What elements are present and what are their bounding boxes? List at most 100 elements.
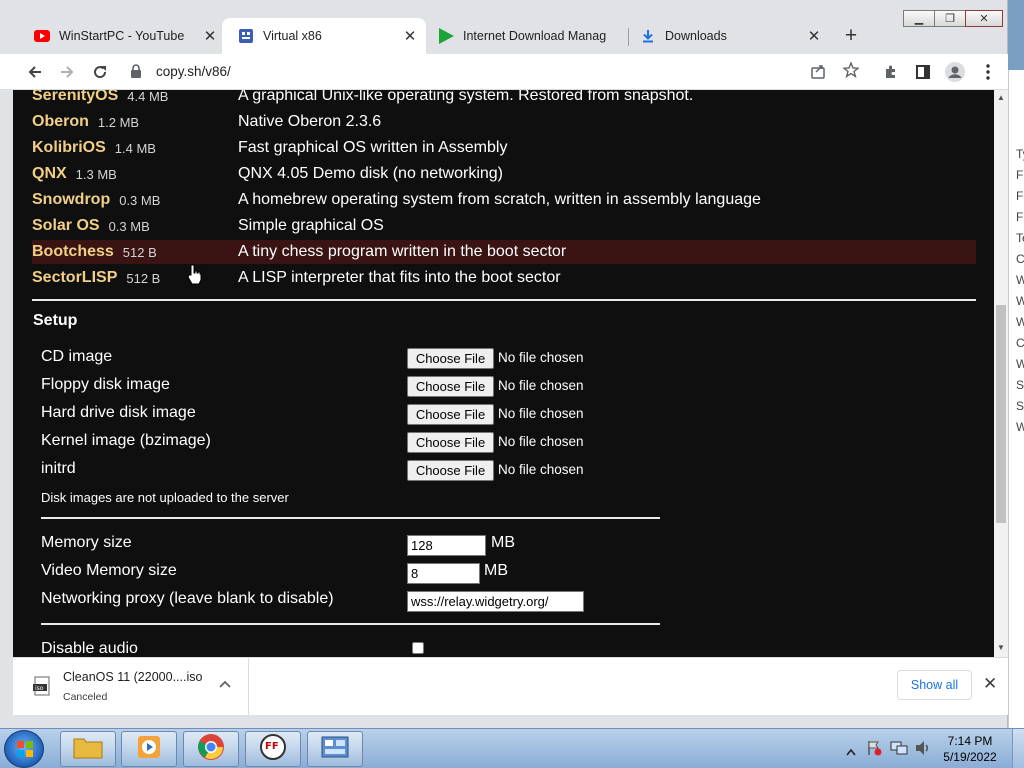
setup-heading: Setup bbox=[33, 312, 78, 329]
bg-line: W bbox=[1009, 312, 1024, 333]
floppy-image-status: No file chosen bbox=[498, 378, 584, 393]
share-icon[interactable] bbox=[810, 63, 826, 84]
format-factory-taskbar-button[interactable]: FF bbox=[245, 731, 301, 767]
memory-size-input[interactable]: 128 bbox=[407, 535, 486, 556]
os-link[interactable]: Oberon bbox=[32, 113, 89, 131]
control-panel-taskbar-button[interactable] bbox=[307, 731, 363, 767]
chevron-up-icon[interactable] bbox=[219, 677, 231, 691]
media-player-taskbar-button[interactable] bbox=[121, 731, 177, 767]
explorer-taskbar-button[interactable] bbox=[60, 731, 116, 767]
network-icon[interactable] bbox=[890, 740, 908, 761]
setup-divider bbox=[41, 623, 660, 625]
initrd-label: initrd bbox=[41, 460, 76, 477]
initrd-choose-file-button[interactable]: Choose File bbox=[407, 460, 494, 481]
star-icon[interactable] bbox=[842, 61, 860, 83]
bg-line: W bbox=[1009, 417, 1024, 438]
close-tab-icon[interactable]: ✕ bbox=[400, 27, 420, 45]
show-hidden-icons-icon[interactable] bbox=[846, 743, 856, 761]
cd-image-status: No file chosen bbox=[498, 350, 584, 365]
profile-avatar-icon[interactable] bbox=[944, 61, 966, 83]
close-tab-icon[interactable]: ✕ bbox=[200, 27, 220, 45]
clock-time: 7:14 PM bbox=[947, 734, 993, 748]
initrd-status: No file chosen bbox=[498, 462, 584, 477]
os-description: A homebrew operating system from scratch… bbox=[238, 191, 761, 208]
side-panel-icon[interactable] bbox=[912, 61, 934, 83]
video-memory-label: Video Memory size bbox=[41, 562, 177, 579]
download-item[interactable]: iso CleanOS 11 (22000....iso Canceled bbox=[13, 658, 249, 715]
forward-icon[interactable] bbox=[56, 61, 78, 83]
extensions-icon[interactable] bbox=[880, 61, 902, 83]
os-description: A tiny chess program written in the boot… bbox=[238, 243, 567, 260]
video-memory-input[interactable]: 8 bbox=[407, 563, 480, 584]
floppy-image-choose-file-button[interactable]: Choose File bbox=[407, 376, 494, 397]
os-link[interactable]: Solar OS bbox=[32, 217, 100, 235]
os-row-sectorlisp[interactable]: SectorLISP 512 B A LISP interpreter that… bbox=[32, 266, 976, 290]
tab-youtube[interactable]: WinStartPC - YouTube ✕ bbox=[18, 18, 226, 54]
close-shelf-icon[interactable]: ✕ bbox=[983, 674, 997, 694]
os-size: 512 B bbox=[126, 270, 161, 286]
os-link[interactable]: Bootchess bbox=[32, 243, 114, 261]
os-size: 1.4 MB bbox=[114, 140, 156, 156]
bg-line: W bbox=[1009, 291, 1024, 312]
os-row-oberon[interactable]: Oberon 1.2 MB Native Oberon 2.3.6 bbox=[32, 110, 976, 134]
lock-icon bbox=[130, 64, 142, 83]
hard-drive-choose-file-button[interactable]: Choose File bbox=[407, 404, 494, 425]
hard-drive-image-label: Hard drive disk image bbox=[41, 404, 196, 421]
action-center-flag-icon[interactable] bbox=[866, 740, 882, 761]
chrome-taskbar-button[interactable] bbox=[183, 731, 239, 767]
taskbar-clock[interactable]: 7:14 PM 5/19/2022 bbox=[930, 733, 1010, 765]
page-scrollbar[interactable]: ▲ ▼ bbox=[994, 90, 1008, 657]
os-size: 1.2 MB bbox=[97, 114, 140, 130]
scroll-up-icon[interactable]: ▲ bbox=[994, 91, 1008, 105]
address-bar[interactable]: copy.sh/v86/ bbox=[122, 58, 874, 86]
start-button[interactable] bbox=[4, 730, 44, 768]
disable-audio-checkbox[interactable] bbox=[412, 642, 424, 654]
os-description: QNX 4.05 Demo disk (no networking) bbox=[238, 165, 503, 182]
os-size: 0.3 MB bbox=[119, 192, 161, 208]
scroll-thumb[interactable] bbox=[996, 305, 1006, 523]
os-link[interactable]: Snowdrop bbox=[32, 191, 110, 209]
tab-internet-download-manager[interactable]: Internet Download Manag bbox=[422, 18, 628, 54]
os-row-bootchess[interactable]: Bootchess 512 B A tiny chess program wri… bbox=[32, 240, 976, 264]
os-link[interactable]: SectorLISP bbox=[32, 269, 117, 287]
os-size: 1.3 MB bbox=[75, 166, 117, 182]
reload-icon[interactable] bbox=[89, 61, 111, 83]
networking-proxy-input[interactable]: wss://relay.widgetry.org/ bbox=[407, 591, 584, 612]
bg-line: Te bbox=[1016, 231, 1024, 245]
disable-audio-label: Disable audio bbox=[41, 640, 138, 657]
os-row-snowdrop[interactable]: Snowdrop 0.3 MB A homebrew operating sys… bbox=[32, 188, 976, 212]
back-icon[interactable] bbox=[24, 61, 46, 83]
os-row-qnx[interactable]: QNX 1.3 MB QNX 4.05 Demo disk (no networ… bbox=[32, 162, 976, 186]
bg-line: Sh bbox=[1016, 378, 1024, 392]
hand-cursor-icon bbox=[187, 264, 203, 291]
cd-image-label: CD image bbox=[41, 348, 113, 365]
tab-virtual-x86[interactable]: Virtual x86 ✕ bbox=[222, 18, 426, 54]
kernel-image-choose-file-button[interactable]: Choose File bbox=[407, 432, 494, 453]
tab-strip: WinStartPC - YouTube ✕ Virtual x86 ✕ Int… bbox=[0, 18, 1008, 54]
svg-text:FF: FF bbox=[265, 741, 279, 752]
cd-image-choose-file-button[interactable]: Choose File bbox=[407, 348, 494, 369]
os-row-kolibrios[interactable]: KolibriOS 1.4 MB Fast graphical OS writt… bbox=[32, 136, 976, 160]
page-content: SerenityOS 4.4 MB A graphical Unix-like … bbox=[13, 90, 995, 657]
chrome-icon bbox=[197, 733, 225, 766]
os-row-solar-os[interactable]: Solar OS 0.3 MB Simple graphical OS bbox=[32, 214, 976, 238]
menu-kebab-icon[interactable] bbox=[977, 61, 999, 83]
iso-file-icon: iso bbox=[33, 676, 51, 701]
show-desktop-button[interactable] bbox=[1012, 729, 1024, 768]
bg-line: Ty bbox=[1016, 147, 1024, 161]
os-link[interactable]: KolibriOS bbox=[32, 139, 106, 157]
bg-line: W bbox=[1009, 270, 1024, 291]
youtube-icon bbox=[34, 28, 50, 44]
os-link[interactable]: QNX bbox=[32, 165, 67, 183]
bg-line: W bbox=[1009, 354, 1024, 375]
show-all-button[interactable]: Show all bbox=[897, 670, 972, 700]
scroll-down-icon[interactable]: ▼ bbox=[994, 641, 1008, 655]
os-size: 512 B bbox=[122, 244, 157, 260]
folder-icon bbox=[73, 735, 103, 764]
close-tab-icon[interactable]: ✕ bbox=[804, 27, 824, 45]
kernel-image-status: No file chosen bbox=[498, 434, 584, 449]
new-tab-button[interactable]: + bbox=[840, 25, 862, 48]
os-link[interactable]: SerenityOS bbox=[32, 90, 118, 105]
tab-downloads[interactable]: Downloads ✕ bbox=[624, 18, 830, 54]
os-row-serenityos[interactable]: SerenityOS 4.4 MB A graphical Unix-like … bbox=[32, 90, 976, 108]
